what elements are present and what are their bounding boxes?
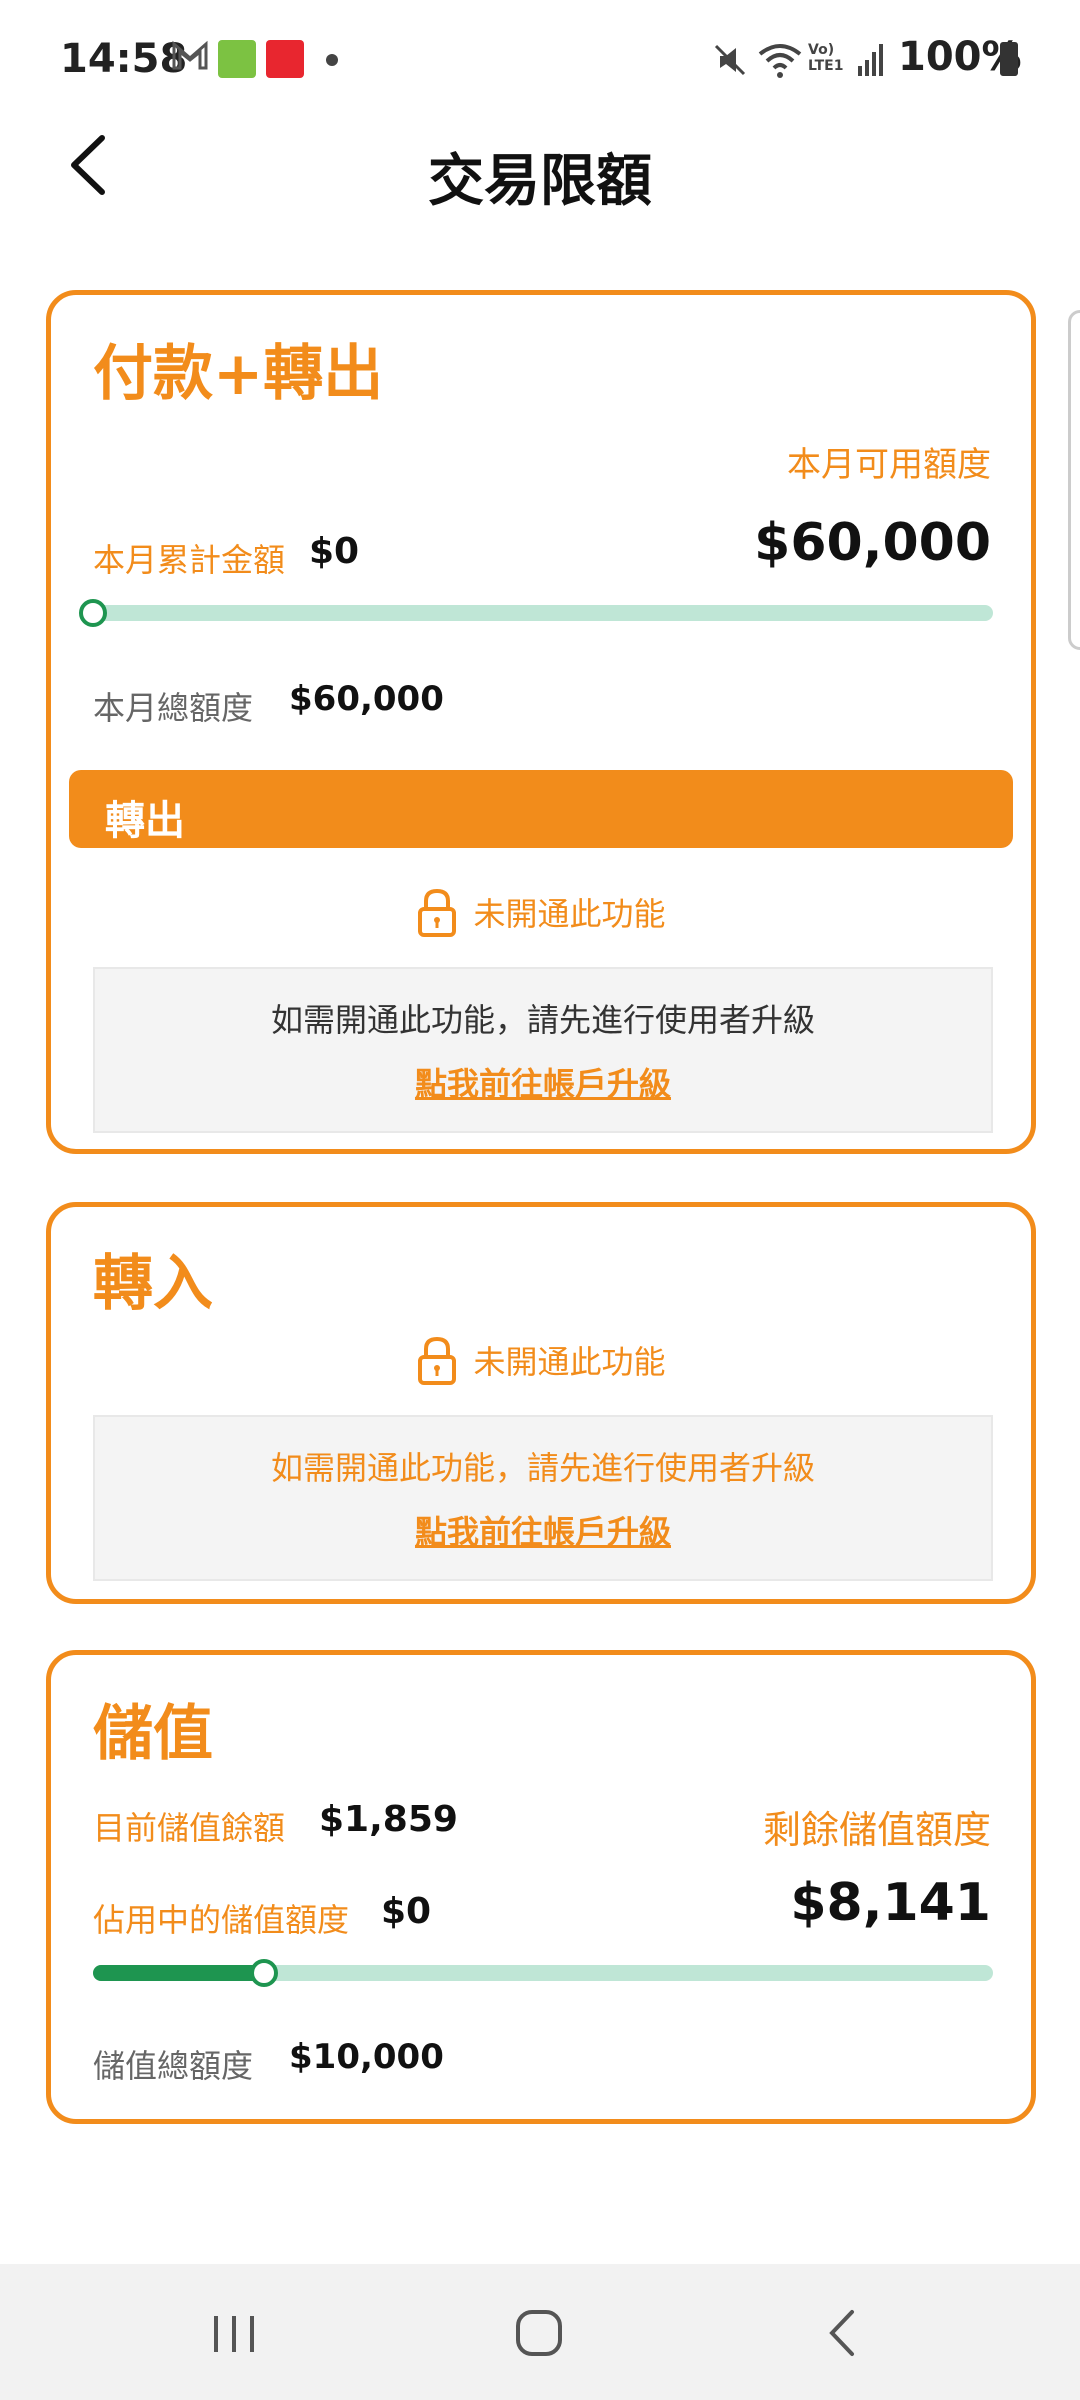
transfer-in-card: 轉入 未開通此功能 如需開通此功能，請先進行使用者升級 點我前往帳戶升級 <box>46 1202 1036 1604</box>
accum-value: $0 <box>309 531 360 572</box>
usage-progress-knob <box>79 599 107 627</box>
status-time: 14:58 <box>60 36 188 82</box>
signal-icon <box>856 42 886 78</box>
status-bar: 14:58 Vo) LTE1 100% <box>0 0 1080 120</box>
locked-label: 未開通此功能 <box>473 895 666 933</box>
recent-apps-icon <box>214 2316 254 2352</box>
upgrade-info-box: 如需開通此功能，請先進行使用者升級 點我前往帳戶升級 <box>93 967 993 1133</box>
notification-dot-icon <box>326 54 338 66</box>
upgrade-message: 如需開通此功能，請先進行使用者升級 <box>270 1001 815 1039</box>
system-nav-bar <box>0 2264 1080 2400</box>
books-app-icon <box>218 40 256 78</box>
locked-status: 未開通此功能 <box>51 1335 1031 1385</box>
stored-progress-track <box>93 1965 993 1981</box>
usage-progress-track <box>93 605 993 621</box>
lock-icon <box>416 887 458 937</box>
card-title: 儲值 <box>93 1699 213 1769</box>
stored-progress-fill <box>93 1965 264 1981</box>
battery-icon <box>1000 42 1018 76</box>
payment-transfer-card: 付款+轉出 本月可用額度 本月累計金額 $0 $60,000 本月總額度 $60… <box>46 290 1036 1154</box>
total-label: 儲值總額度 <box>93 2047 254 2085</box>
balance-value: $1,859 <box>319 1799 458 1840</box>
locked-label: 未開通此功能 <box>473 1343 666 1381</box>
home-button[interactable] <box>514 2308 564 2358</box>
total-value: $60,000 <box>289 679 444 719</box>
upgrade-info-box: 如需開通此功能，請先進行使用者升級 點我前往帳戶升級 <box>93 1415 993 1581</box>
occupied-label: 佔用中的儲值額度 <box>93 1901 350 1939</box>
back-icon <box>829 2310 854 2356</box>
system-back-button[interactable] <box>822 2308 862 2358</box>
available-value: $60,000 <box>754 513 991 573</box>
gmail-icon <box>172 40 208 72</box>
mute-icon <box>712 42 748 78</box>
card-title: 轉入 <box>93 1249 213 1319</box>
page-title: 交易限額 <box>428 149 652 214</box>
wifi-icon <box>758 40 802 80</box>
transfer-out-title: 轉出 <box>105 798 185 844</box>
remaining-value: $8,141 <box>790 1873 991 1933</box>
stored-value-card: 儲值 目前儲值餘額 $1,859 剩餘儲值額度 佔用中的儲值額度 $0 $8,1… <box>46 1650 1036 2124</box>
upgrade-message: 如需開通此功能，請先進行使用者升級 <box>270 1449 815 1487</box>
locked-status: 未開通此功能 <box>51 887 1031 937</box>
total-value: $10,000 <box>289 2037 444 2077</box>
stored-progress-knob <box>250 1959 278 1987</box>
seven-app-icon <box>266 40 304 78</box>
home-icon <box>516 2310 562 2356</box>
upgrade-link[interactable]: 點我前往帳戶升級 <box>415 1507 671 1553</box>
transfer-out-header: 轉出 <box>69 770 1013 848</box>
total-label: 本月總額度 <box>93 689 254 727</box>
volte-icon: Vo) LTE1 <box>808 42 844 74</box>
balance-label: 目前儲值餘額 <box>93 1809 286 1847</box>
accum-label: 本月累計金額 <box>93 541 286 579</box>
remaining-label: 剩餘儲值額度 <box>762 1808 991 1852</box>
lock-icon <box>416 1335 458 1385</box>
scroll-indicator[interactable] <box>1068 310 1080 650</box>
upgrade-link[interactable]: 點我前往帳戶升級 <box>415 1059 671 1105</box>
recent-apps-button[interactable] <box>210 2312 258 2356</box>
occupied-value: $0 <box>381 1891 432 1932</box>
card-title: 付款+轉出 <box>93 339 384 409</box>
available-label: 本月可用額度 <box>787 445 991 485</box>
